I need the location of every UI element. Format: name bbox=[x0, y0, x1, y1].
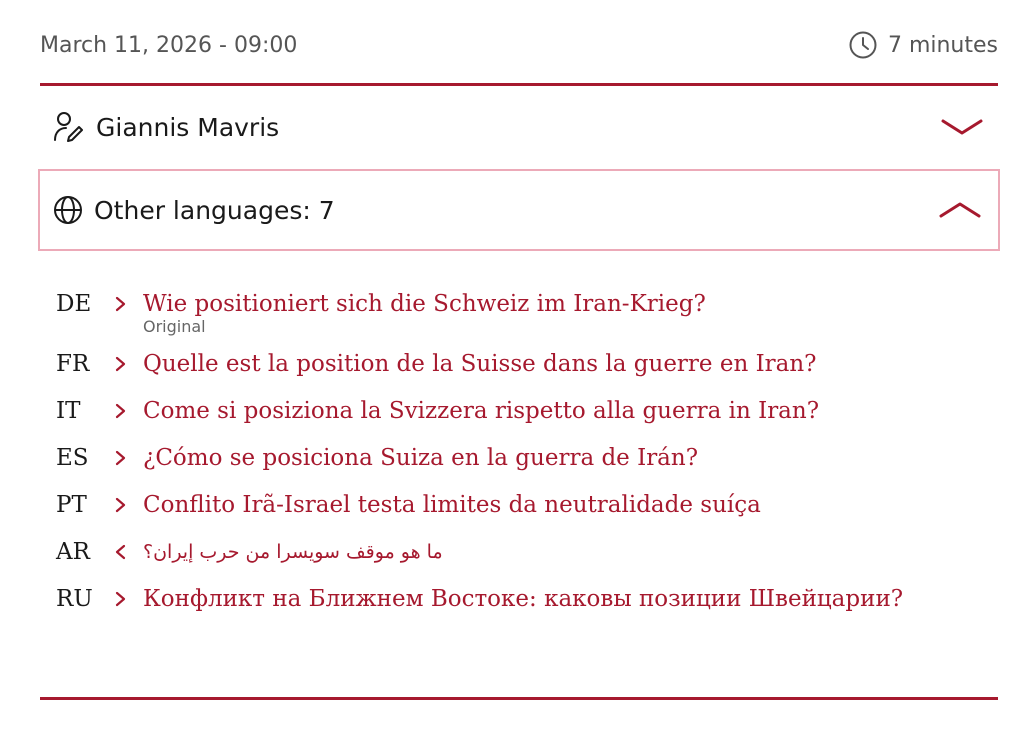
publish-date: March 11, 2026 - 09:00 bbox=[40, 32, 298, 58]
globe-icon bbox=[52, 194, 84, 226]
language-code: AR bbox=[56, 539, 90, 565]
language-code: DE bbox=[56, 291, 92, 317]
list-item: AR ما هو موقف سويسرا من حرب إيران؟ bbox=[56, 534, 936, 570]
article-meta: March 11, 2026 - 09:00 7 minutes bbox=[40, 24, 998, 66]
list-item: IT Come si posiziona la Svizzera rispett… bbox=[56, 393, 936, 429]
article-link-it[interactable]: Come si posiziona la Svizzera rispetto a… bbox=[143, 393, 936, 429]
article-link-es[interactable]: ¿Cómo se posiciona Suiza en la guerra de… bbox=[143, 440, 936, 476]
article-link-ru[interactable]: Конфликт на Ближнем Востоке: каковы пози… bbox=[143, 581, 936, 617]
article-link-de[interactable]: Wie positioniert sich die Schweiz im Ira… bbox=[143, 286, 936, 322]
chevron-right-icon bbox=[114, 286, 143, 322]
author-name: Giannis Mavris bbox=[96, 112, 280, 142]
language-list: DE Wie positioniert sich die Schweiz im … bbox=[56, 286, 936, 628]
list-item: RU Конфликт на Ближнем Востоке: каковы п… bbox=[56, 581, 936, 617]
article-link-ar[interactable]: ما هو موقف سويسرا من حرب إيران؟ bbox=[143, 534, 936, 570]
chevron-right-icon bbox=[114, 440, 143, 476]
divider-bottom bbox=[40, 697, 998, 700]
chevron-right-icon bbox=[114, 393, 143, 429]
read-time: 7 minutes bbox=[848, 30, 998, 60]
author-accordion[interactable]: Giannis Mavris bbox=[38, 92, 1000, 162]
language-code: PT bbox=[56, 492, 87, 518]
read-time-label: 7 minutes bbox=[887, 32, 998, 58]
language-code: FR bbox=[56, 351, 90, 377]
article-link-fr[interactable]: Quelle est la position de la Suisse dans… bbox=[143, 346, 936, 382]
chevron-left-icon bbox=[114, 534, 143, 570]
language-code: IT bbox=[56, 398, 81, 424]
languages-header: Other languages: 7 bbox=[52, 194, 335, 226]
list-item: FR Quelle est la position de la Suisse d… bbox=[56, 346, 936, 382]
list-item: DE Wie positioniert sich die Schweiz im … bbox=[56, 286, 936, 335]
clock-icon bbox=[848, 30, 878, 60]
divider-top bbox=[40, 83, 998, 86]
author-header: Giannis Mavris bbox=[52, 110, 279, 144]
chevron-right-icon bbox=[114, 346, 143, 382]
languages-label: Other languages: 7 bbox=[94, 195, 335, 225]
language-code: RU bbox=[56, 586, 93, 612]
chevron-up-icon[interactable] bbox=[938, 198, 982, 222]
list-item: ES ¿Cómo se posiciona Suiza en la guerra… bbox=[56, 440, 936, 476]
list-item: PT Conflito Irã-Israel testa limites da … bbox=[56, 487, 936, 523]
chevron-right-icon bbox=[114, 487, 143, 523]
chevron-right-icon bbox=[114, 581, 143, 617]
languages-accordion[interactable]: Other languages: 7 bbox=[38, 169, 1000, 251]
article-link-pt[interactable]: Conflito Irã-Israel testa limites da neu… bbox=[143, 487, 936, 523]
language-code: ES bbox=[56, 445, 89, 471]
author-icon bbox=[52, 110, 86, 144]
chevron-down-icon[interactable] bbox=[940, 115, 984, 139]
